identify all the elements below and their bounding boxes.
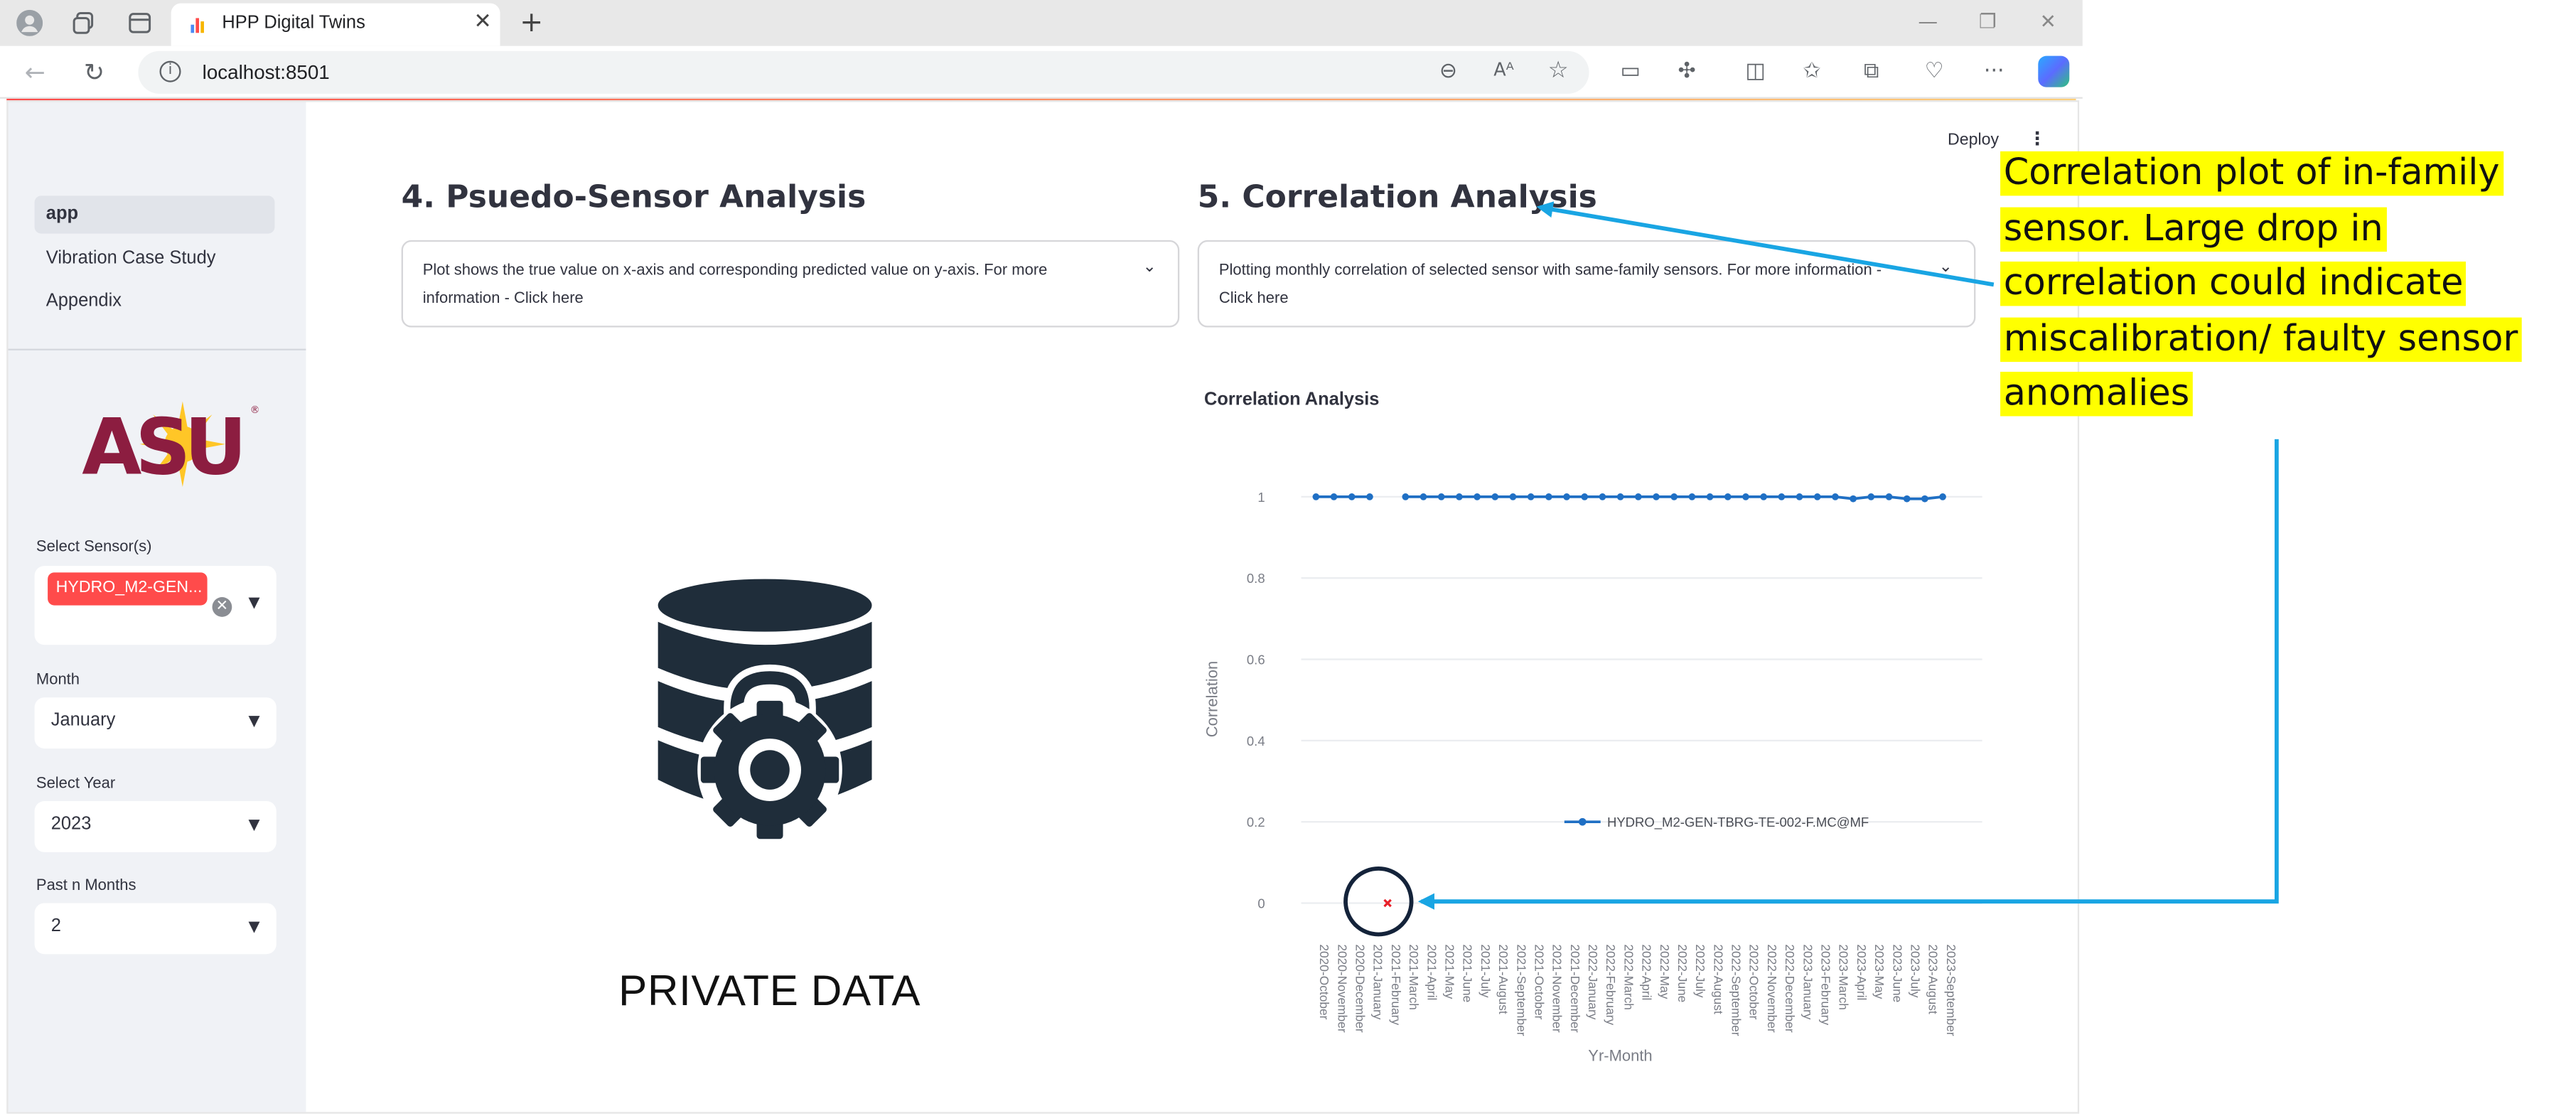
callout-arrow-anomaly <box>1417 439 2279 910</box>
anomaly-circle-highlight <box>1343 866 1414 937</box>
annotation-callout: Correlation plot of in-family sensor. La… <box>2000 146 2560 422</box>
annotation-text: Correlation plot of in-family sensor. La… <box>2000 151 2521 417</box>
callout-arrow-title <box>1536 201 1995 287</box>
